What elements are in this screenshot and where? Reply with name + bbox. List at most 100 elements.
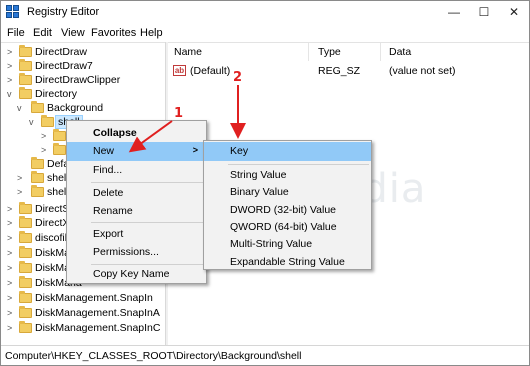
chevron-right-icon[interactable]: >	[7, 246, 12, 260]
value-data: (value not set)	[389, 65, 456, 77]
menu-separator	[91, 222, 204, 223]
folder-open-icon	[41, 115, 54, 127]
chevron-right-icon[interactable]: >	[7, 276, 12, 290]
folder-icon	[19, 202, 32, 214]
menu-item-label: Find...	[93, 164, 123, 176]
tree-item-label: DirectDrawClipper	[35, 74, 121, 86]
chevron-down-icon[interactable]: v	[17, 101, 22, 115]
folder-icon	[53, 143, 66, 155]
menu-item-label: Export	[93, 228, 124, 240]
menu-item-label: Permissions...	[93, 246, 159, 258]
maximize-button[interactable]: ☐	[469, 1, 499, 23]
menu-item-rename[interactable]: Rename	[67, 202, 206, 221]
column-divider[interactable]	[380, 43, 381, 61]
folder-icon	[19, 306, 32, 318]
annotation-number-1: 1	[174, 106, 184, 121]
tree-item-label: shel	[47, 172, 67, 184]
column-header-data[interactable]: Data	[389, 46, 411, 58]
chevron-right-icon[interactable]: >	[7, 59, 12, 73]
value-name: (Default)	[190, 65, 231, 77]
folder-icon	[19, 59, 32, 71]
menu-item-collapse[interactable]: Collapse	[67, 124, 206, 143]
chevron-right-icon[interactable]: >	[7, 73, 12, 87]
menu-item-permissions[interactable]: Permissions...	[67, 243, 206, 262]
folder-icon	[19, 45, 32, 57]
menu-bar: File Edit View Favorites Help	[1, 23, 529, 42]
chevron-right-icon[interactable]: >	[7, 231, 12, 245]
chevron-right-icon[interactable]: >	[7, 306, 12, 320]
new-submenu: Key String Value Binary Value DWORD (32-…	[203, 140, 372, 270]
submenu-item-key[interactable]: Key	[204, 142, 371, 161]
submenu-item-multi-string-value[interactable]: Multi-String Value	[204, 235, 371, 254]
registry-app-icon	[6, 5, 20, 19]
column-divider[interactable]	[308, 43, 309, 61]
tree-item-directdraw[interactable]: > DirectDraw	[1, 45, 165, 59]
chevron-right-icon[interactable]: >	[7, 216, 12, 230]
string-value-icon: ab	[173, 65, 186, 76]
tree-item-label: Directory	[35, 88, 78, 100]
folder-icon	[19, 231, 32, 243]
chevron-right-icon[interactable]: >	[41, 143, 46, 157]
chevron-right-icon[interactable]: >	[41, 129, 46, 143]
folder-open-icon	[19, 87, 32, 99]
tree-item-background[interactable]: v Background	[1, 101, 165, 115]
menu-item-label: Key	[230, 145, 249, 157]
menu-favorites[interactable]: Favorites	[91, 27, 136, 39]
menu-item-delete[interactable]: Delete	[67, 184, 206, 203]
submenu-arrow-icon: >	[192, 145, 198, 155]
menu-help[interactable]: Help	[140, 27, 163, 39]
menu-item-label: New	[93, 145, 115, 157]
chevron-right-icon[interactable]: >	[7, 321, 12, 335]
folder-icon	[31, 171, 44, 183]
chevron-right-icon[interactable]: >	[17, 185, 22, 199]
tree-item-diskmanagement-snapinc[interactable]: > DiskManagement.SnapInC	[1, 321, 165, 335]
menu-item-label: Rename	[93, 205, 133, 217]
chevron-right-icon[interactable]: >	[17, 171, 22, 185]
chevron-down-icon[interactable]: v	[29, 115, 34, 129]
menu-edit[interactable]: Edit	[33, 27, 52, 39]
close-button[interactable]: ✕	[499, 1, 529, 23]
menu-item-new[interactable]: New >	[67, 142, 206, 161]
chevron-right-icon[interactable]: >	[7, 291, 12, 305]
folder-icon	[31, 157, 44, 169]
tree-item-directory[interactable]: v Directory	[1, 87, 165, 101]
tree-item-diskmanagement-snapina[interactable]: > DiskManagement.SnapInA	[1, 306, 165, 320]
folder-icon	[19, 321, 32, 333]
menu-separator	[91, 182, 204, 183]
menu-item-label: Collapse	[93, 127, 137, 139]
tree-item-label: DiskManagement.SnapIn	[35, 292, 153, 304]
tree-item-diskmanagement-snapin[interactable]: > DiskManagement.SnapIn	[1, 291, 165, 305]
folder-icon	[53, 129, 66, 141]
tree-item-label: DirectDraw	[35, 46, 87, 58]
menu-item-label: String Value	[230, 169, 287, 181]
chevron-right-icon[interactable]: >	[7, 261, 12, 275]
chevron-down-icon[interactable]: v	[7, 87, 12, 101]
menu-view[interactable]: View	[61, 27, 85, 39]
tree-item-label: DiskManagement.SnapInC	[35, 322, 161, 334]
menu-item-export[interactable]: Export	[67, 225, 206, 244]
menu-item-label: DWORD (32-bit) Value	[230, 204, 336, 216]
menu-item-copy-key-name[interactable]: Copy Key Name	[67, 265, 206, 284]
folder-icon	[19, 276, 32, 288]
tree-item-label: shel	[47, 186, 67, 198]
folder-icon	[19, 216, 32, 228]
column-header-name[interactable]: Name	[174, 46, 202, 58]
value-type: REG_SZ	[318, 65, 361, 77]
menu-separator	[228, 164, 369, 165]
menu-item-find[interactable]: Find...	[67, 161, 206, 180]
column-header-type[interactable]: Type	[318, 46, 341, 58]
status-bar: Computer\HKEY_CLASSES_ROOT\Directory\Bac…	[1, 345, 529, 365]
menu-item-label: Expandable String Value	[230, 256, 345, 268]
tree-item-label: DirectDraw7	[35, 60, 93, 72]
chevron-right-icon[interactable]: >	[7, 45, 12, 59]
chevron-right-icon[interactable]: >	[7, 202, 12, 216]
submenu-item-binary-value[interactable]: Binary Value	[204, 183, 371, 202]
menu-item-label: Delete	[93, 187, 124, 199]
menu-file[interactable]: File	[7, 27, 25, 39]
submenu-item-expandable-string-value[interactable]: Expandable String Value	[204, 253, 371, 272]
tree-item-directdrawclipper[interactable]: > DirectDrawClipper	[1, 73, 165, 87]
tree-item-directdraw7[interactable]: > DirectDraw7	[1, 59, 165, 73]
context-menu: Collapse New > Find... Delete Rename Expo…	[66, 120, 207, 284]
folder-icon	[19, 291, 32, 303]
minimize-button[interactable]: —	[439, 1, 469, 23]
